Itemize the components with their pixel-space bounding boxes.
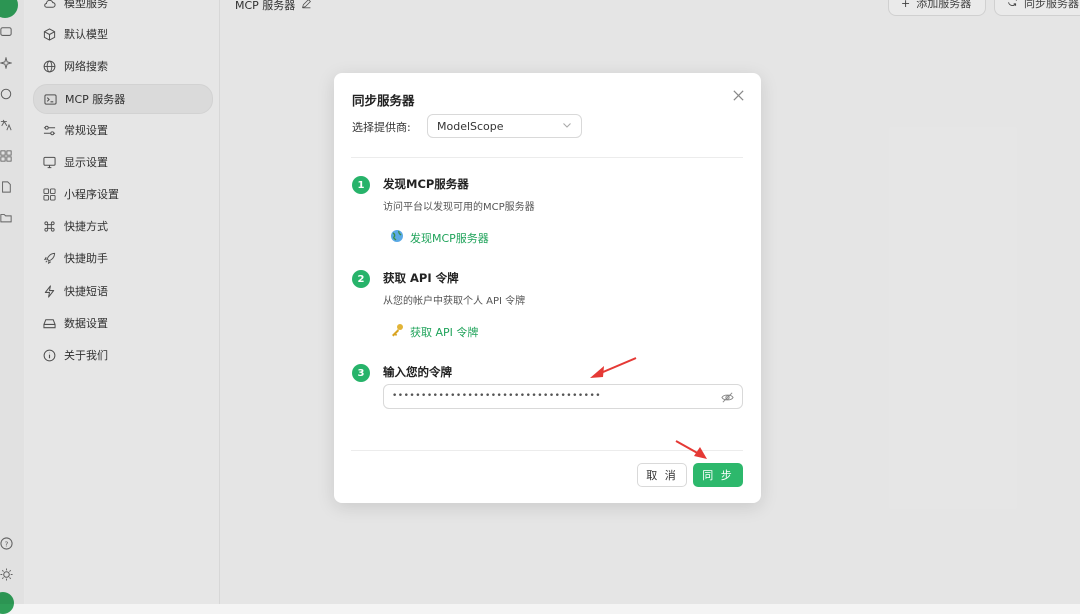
globe-emoji-icon	[390, 229, 404, 246]
token-input[interactable]: ••••••••••••••••••••••••••••••••••••	[383, 384, 743, 409]
provider-select[interactable]: ModelScope	[427, 114, 582, 138]
step-number: 2	[352, 270, 370, 288]
close-icon[interactable]	[732, 87, 748, 103]
provider-value: ModelScope	[437, 119, 504, 133]
divider	[351, 157, 743, 158]
provider-label: 选择提供商:	[352, 121, 411, 134]
discover-mcp-link-label: 发现MCP服务器	[410, 231, 489, 245]
step-description: 访问平台以发现可用的MCP服务器	[383, 202, 535, 213]
cancel-button[interactable]: 取 消	[637, 463, 687, 487]
step-number: 3	[352, 364, 370, 382]
key-icon	[390, 323, 404, 340]
step-description: 从您的帐户中获取个人 API 令牌	[383, 296, 526, 307]
step-title: 发现MCP服务器	[383, 177, 469, 191]
step-title: 输入您的令牌	[383, 365, 452, 379]
discover-mcp-link[interactable]: 发现MCP服务器	[390, 229, 489, 246]
eye-off-icon[interactable]	[721, 389, 735, 403]
divider	[351, 450, 743, 451]
get-api-token-link-label: 获取 API 令牌	[410, 325, 479, 339]
chevron-down-icon	[562, 120, 572, 130]
step-title: 获取 API 令牌	[383, 271, 459, 285]
sync-button[interactable]: 同 步	[693, 463, 743, 487]
sync-servers-dialog: 同步服务器 选择提供商: ModelScope 1 发现MCP服务器 访问平台以…	[334, 73, 761, 503]
step-number: 1	[352, 176, 370, 194]
get-api-token-link[interactable]: 获取 API 令牌	[390, 323, 478, 340]
dialog-title: 同步服务器	[352, 93, 415, 108]
